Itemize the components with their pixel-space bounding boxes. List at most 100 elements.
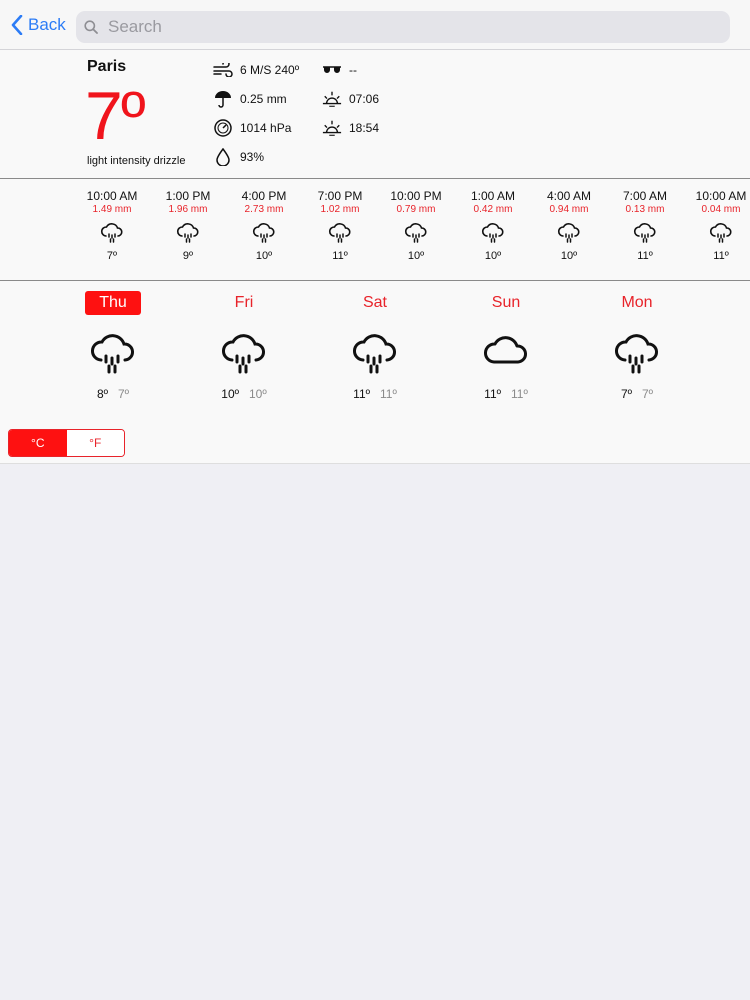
hour-temperature: 7º (106, 250, 118, 262)
celsius-option[interactable]: °C (9, 430, 67, 456)
rain-icon (683, 221, 750, 247)
hourly-forecast[interactable]: 10:00 AM 1.49 mm 7º 1:00 PM 1.96 mm 9º 4… (0, 179, 750, 281)
day-low: 10º (249, 387, 267, 401)
fahrenheit-option[interactable]: °F (66, 430, 124, 456)
sunset-value: 18:54 (349, 121, 380, 135)
day-high: 11º (353, 387, 370, 401)
hour-time: 1:00 PM (165, 189, 211, 203)
hourly-item: 1:00 AM 0.42 mm 10º (455, 189, 531, 262)
rain-icon (455, 221, 531, 247)
rain-icon (74, 221, 150, 247)
visibility-value: -- (349, 63, 357, 77)
weather-card: Paris 7º light intensity drizzle 6 M/S 2… (0, 50, 750, 464)
search-bar[interactable] (76, 11, 730, 43)
chevron-left-icon (11, 15, 23, 35)
hour-precipitation: 0.42 mm (473, 204, 513, 215)
current-conditions: Paris 7º light intensity drizzle 6 M/S 2… (0, 50, 750, 179)
day-low: 7º (118, 387, 130, 401)
hour-precipitation: 2.73 mm (244, 204, 284, 215)
hour-time: 10:00 AM (695, 189, 747, 203)
hourly-item: 1:00 PM 1.96 mm 9º (150, 189, 226, 262)
rain-icon (302, 221, 378, 247)
day-high: 7º (620, 387, 632, 401)
rain-icon (378, 221, 454, 247)
day-name: Sun (491, 294, 521, 311)
day-low: 11º (380, 387, 397, 401)
hour-temperature: 10º (484, 250, 502, 262)
sunrise-metric: 07:06 (322, 89, 379, 109)
rain-icon (320, 330, 430, 380)
day-temperatures: 8º 7º (58, 387, 168, 401)
sunset-metric: 18:54 (322, 118, 379, 138)
day-temperatures: 11º 11º (320, 387, 430, 401)
hour-temperature: 10º (255, 250, 273, 262)
cloud-icon (451, 330, 561, 380)
back-label: Back (28, 15, 66, 34)
day-name: Thu (85, 291, 141, 315)
hour-temperature: 11º (713, 250, 729, 262)
hour-time: 10:00 PM (390, 189, 442, 203)
hour-precipitation: 0.94 mm (549, 204, 589, 215)
day-high: 10º (221, 387, 239, 401)
day-high: 8º (96, 387, 108, 401)
hour-precipitation: 0.04 mm (701, 204, 741, 215)
day-high: 11º (484, 387, 501, 401)
rain-icon (582, 330, 692, 380)
hourly-item: 4:00 AM 0.94 mm 10º (531, 189, 607, 262)
hour-time: 4:00 AM (546, 189, 592, 203)
precipitation-value: 0.25 mm (240, 92, 287, 106)
rain-icon (531, 221, 607, 247)
back-button[interactable]: Back (11, 13, 66, 37)
daily-item[interactable]: Thu 8º 7º (58, 291, 168, 401)
current-temperature: 7º (85, 78, 146, 154)
hour-precipitation: 1.49 mm (92, 204, 132, 215)
visibility-metric: -- (322, 60, 357, 80)
gauge-icon (213, 118, 233, 138)
hour-temperature: 9º (182, 250, 194, 262)
hour-precipitation: 0.79 mm (396, 204, 436, 215)
daily-item[interactable]: Mon 7º 7º (582, 291, 692, 401)
hourly-item: 4:00 PM 2.73 mm 10º (226, 189, 302, 262)
daily-item[interactable]: Sun 11º 11º (451, 291, 561, 401)
hourly-item: 10:00 AM 0.04 mm 11º (683, 189, 750, 262)
hourly-item: 10:00 PM 0.79 mm 10º (378, 189, 454, 262)
rain-icon (58, 330, 168, 380)
umbrella-icon (213, 89, 233, 109)
humidity-metric: 93% (213, 147, 264, 167)
hour-time: 10:00 AM (86, 189, 138, 203)
hour-precipitation: 0.13 mm (625, 204, 665, 215)
rain-icon (150, 221, 226, 247)
hour-precipitation: 1.96 mm (168, 204, 208, 215)
hour-precipitation: 1.02 mm (320, 204, 360, 215)
pressure-metric: 1014 hPa (213, 118, 291, 138)
pressure-value: 1014 hPa (240, 121, 292, 135)
hour-time: 1:00 AM (470, 189, 516, 203)
precipitation-metric: 0.25 mm (213, 89, 287, 109)
day-low: 7º (642, 387, 654, 401)
rain-icon (189, 330, 299, 380)
hour-temperature: 11º (637, 250, 653, 262)
weather-description: light intensity drizzle (87, 155, 186, 167)
hour-time: 7:00 PM (317, 189, 363, 203)
rain-icon (226, 221, 302, 247)
day-low: 11º (511, 387, 528, 401)
hour-temperature: 11º (332, 250, 348, 262)
daily-item[interactable]: Sat 11º 11º (320, 291, 430, 401)
temperature-unit-toggle[interactable]: °C °F (8, 429, 125, 457)
hourly-item: 7:00 PM 1.02 mm 11º (302, 189, 378, 262)
search-icon (84, 20, 98, 34)
hourly-item: 10:00 AM 1.49 mm 7º (74, 189, 150, 262)
hour-time: 4:00 PM (241, 189, 287, 203)
rain-icon (607, 221, 683, 247)
day-temperatures: 10º 10º (189, 387, 299, 401)
hour-temperature: 10º (560, 250, 578, 262)
day-name: Mon (621, 294, 653, 311)
daily-item[interactable]: Fri 10º 10º (189, 291, 299, 401)
sunrise-value: 07:06 (349, 92, 380, 106)
search-input[interactable] (106, 16, 710, 38)
hourly-item: 7:00 AM 0.13 mm 11º (607, 189, 683, 262)
sunrise-icon (322, 89, 342, 109)
hour-temperature: 10º (407, 250, 425, 262)
navigation-bar: Back (0, 0, 750, 50)
day-name: Fri (234, 294, 254, 311)
